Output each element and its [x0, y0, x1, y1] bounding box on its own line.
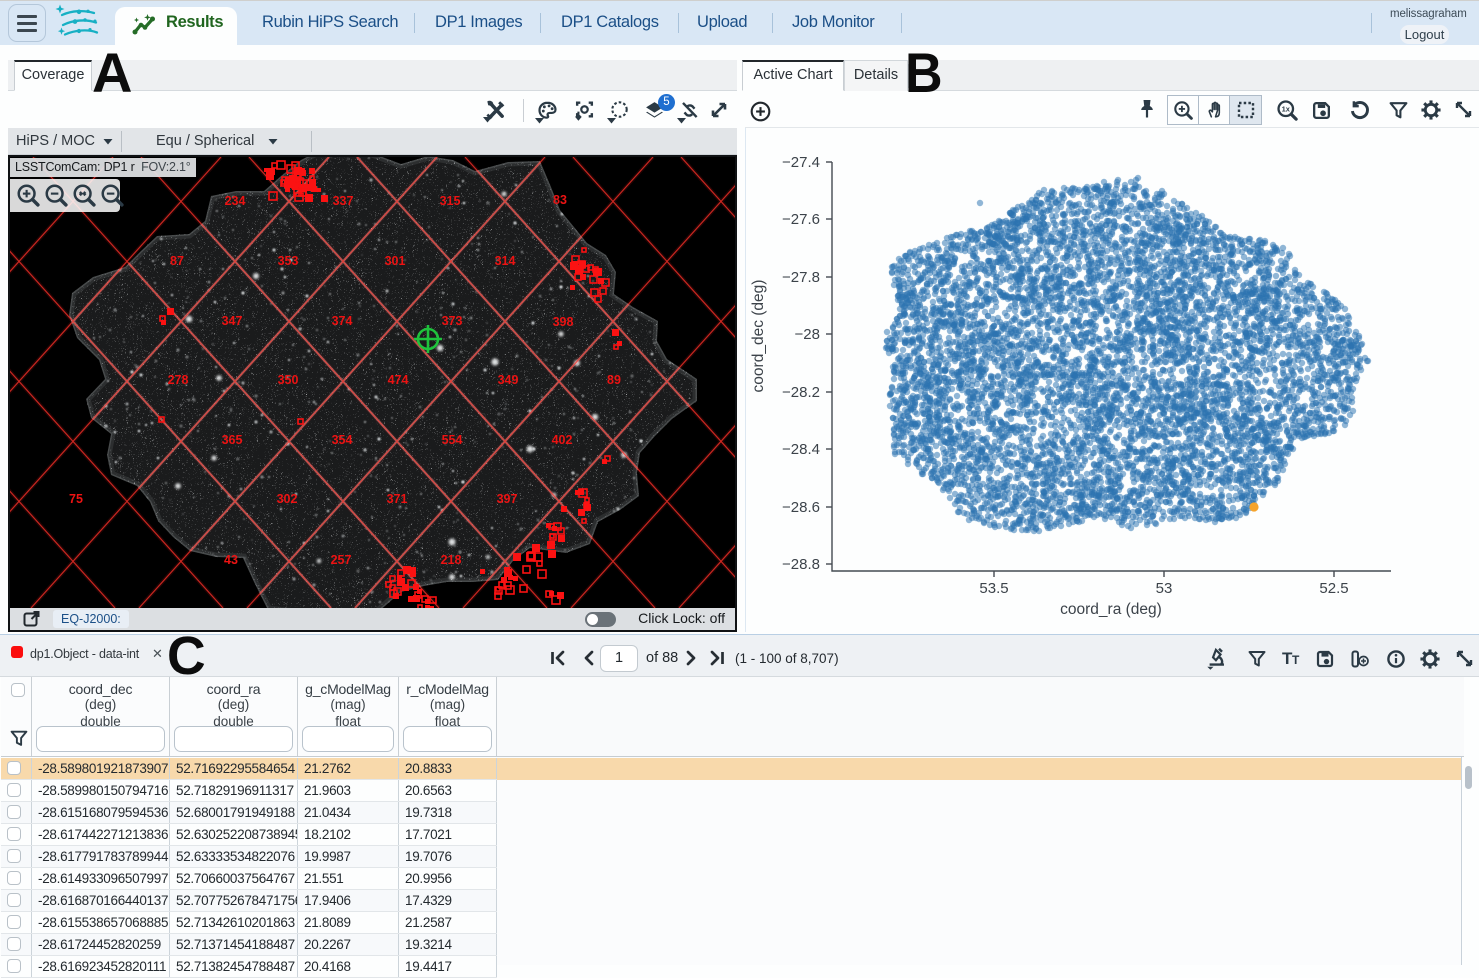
- svg-text:87: 87: [170, 254, 184, 268]
- svg-text:83: 83: [553, 193, 567, 207]
- svg-text:353: 353: [278, 254, 299, 268]
- svg-text:234: 234: [225, 194, 246, 208]
- svg-text:314: 314: [495, 254, 516, 268]
- svg-text:89: 89: [607, 373, 621, 387]
- svg-text:371: 371: [387, 492, 408, 506]
- svg-text:354: 354: [332, 433, 353, 447]
- svg-text:554: 554: [442, 433, 463, 447]
- svg-text:278: 278: [168, 373, 189, 387]
- svg-text:398: 398: [553, 315, 574, 329]
- svg-text:1x: 1x: [1282, 105, 1291, 114]
- svg-text:218: 218: [441, 553, 462, 567]
- svg-text:75: 75: [69, 492, 83, 506]
- svg-text:350: 350: [278, 373, 299, 387]
- svg-text:301: 301: [385, 254, 406, 268]
- svg-text:374: 374: [332, 314, 353, 328]
- svg-text:397: 397: [497, 492, 518, 506]
- svg-text:315: 315: [440, 194, 461, 208]
- svg-text:337: 337: [333, 194, 354, 208]
- svg-text:257: 257: [331, 553, 352, 567]
- svg-text:349: 349: [498, 373, 519, 387]
- svg-text:402: 402: [552, 433, 573, 447]
- svg-text:347: 347: [222, 314, 243, 328]
- svg-text:373: 373: [442, 314, 463, 328]
- svg-text:365: 365: [222, 433, 243, 447]
- svg-text:474: 474: [388, 373, 409, 387]
- svg-text:43: 43: [224, 553, 238, 567]
- svg-text:302: 302: [277, 492, 298, 506]
